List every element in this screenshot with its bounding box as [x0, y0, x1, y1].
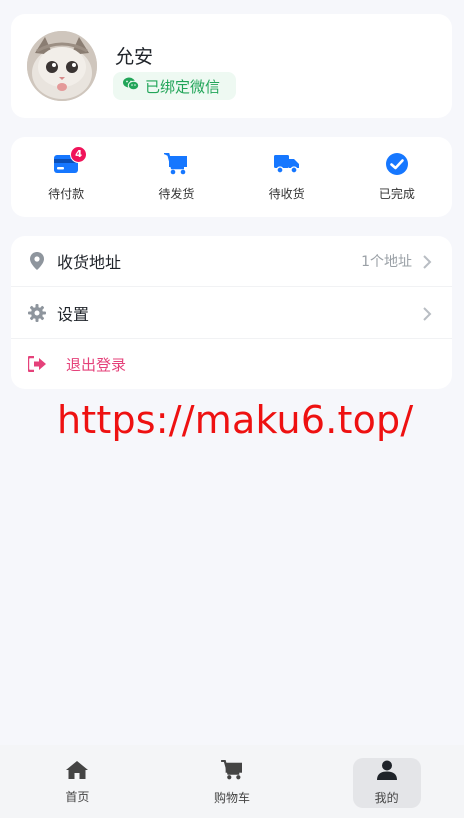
- home-icon: [66, 760, 89, 782]
- order-pending-payment[interactable]: 4 待付款: [11, 137, 121, 217]
- order-label: 已完成: [378, 187, 415, 201]
- orders-card: 4 待付款 待发货 待收货 已完成: [11, 137, 452, 217]
- order-pending-shipment[interactable]: 待发货: [121, 137, 231, 217]
- order-label: 待付款: [48, 187, 85, 201]
- bottom-tab-bar: 首页 购物车 我的: [0, 745, 464, 818]
- user-icon: [376, 760, 397, 783]
- wechat-icon: [123, 77, 140, 95]
- gear-icon: [27, 303, 47, 323]
- tab-label: 我的: [374, 790, 399, 805]
- order-label: 待发货: [158, 187, 195, 201]
- settings-label: 设置: [57, 305, 90, 324]
- location-pin-icon: [27, 251, 47, 271]
- wechat-bound-badge: 已绑定微信: [113, 72, 237, 100]
- order-label: 待收货: [268, 187, 305, 201]
- tab-cart[interactable]: 购物车: [155, 745, 310, 818]
- credit-card-icon: 4: [53, 146, 88, 176]
- logout-label: 退出登录: [66, 355, 127, 374]
- tab-profile[interactable]: 我的: [309, 745, 464, 818]
- cart-icon: [221, 759, 243, 783]
- wechat-status-text: 已绑定微信: [145, 77, 221, 96]
- logout-icon: [27, 354, 47, 374]
- order-completed[interactable]: 已完成: [342, 137, 452, 217]
- check-circle-icon: [384, 152, 410, 176]
- tab-label: 购物车: [214, 790, 251, 805]
- address-label: 收货地址: [57, 253, 122, 272]
- address-count: 1个地址: [361, 254, 412, 270]
- pending-payment-badge: 4: [70, 146, 88, 163]
- tab-home[interactable]: 首页: [0, 745, 155, 818]
- tab-label: 首页: [65, 789, 90, 804]
- order-pending-receipt[interactable]: 待收货: [232, 137, 342, 217]
- menu-item-address[interactable]: 收货地址 1个地址: [11, 236, 452, 286]
- menu-card: 收货地址 1个地址 设置 退出登录: [11, 236, 452, 389]
- profile-card[interactable]: 允安 已绑定微信: [11, 14, 452, 118]
- avatar[interactable]: [27, 31, 97, 101]
- chevron-right-icon: [422, 254, 432, 269]
- chevron-right-icon: [422, 306, 432, 321]
- watermark-url: https://maku6.top/: [57, 398, 414, 442]
- cart-icon: [163, 152, 189, 176]
- menu-item-settings[interactable]: 设置: [11, 288, 452, 338]
- divider: [11, 286, 452, 287]
- truck-icon: [273, 152, 300, 176]
- active-tab-highlight: 我的: [352, 757, 421, 808]
- user-name: 允安: [115, 46, 154, 68]
- logout-button[interactable]: 退出登录: [11, 339, 452, 389]
